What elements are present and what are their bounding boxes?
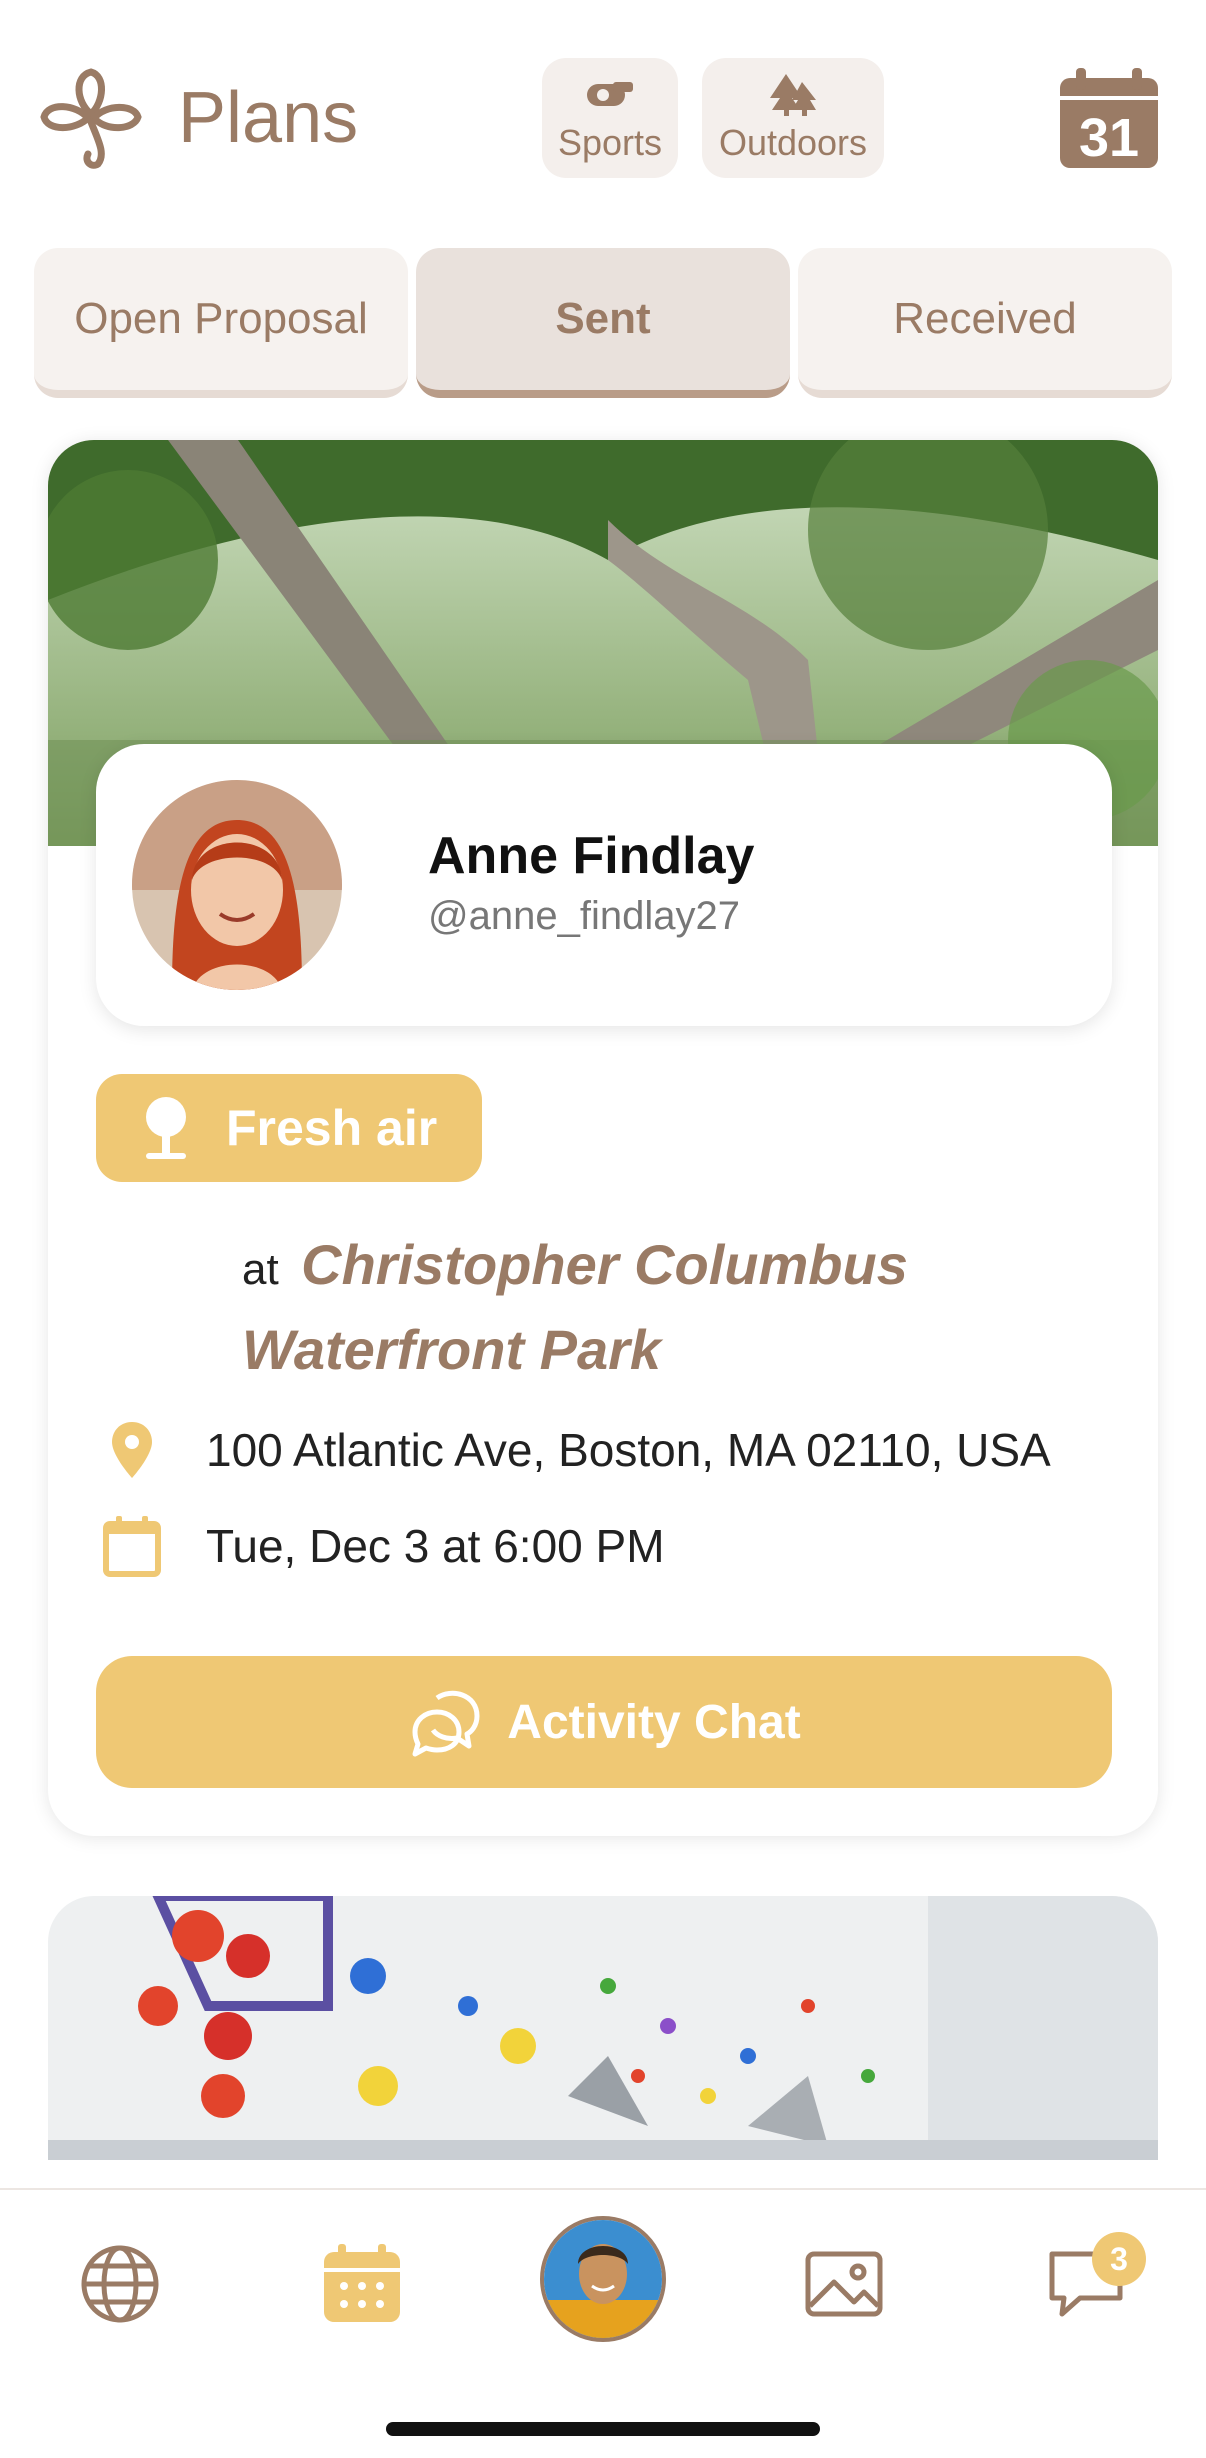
tree-icon [146,1097,186,1159]
tab-sent[interactable]: Sent [416,248,790,398]
location-title: at Christopher Columbus Waterfront Park [242,1230,1102,1400]
filter-chip-label: Outdoors [718,122,868,163]
host-name: Anne Findlay [428,827,755,885]
host-handle: @anne_findlay27 [428,894,740,938]
photo-icon[interactable] [802,2242,886,2326]
trees-icon [770,74,816,116]
climbing-wall-photo [48,1896,1158,2160]
chat-bubbles-icon [412,1690,480,1757]
globe-icon[interactable] [78,2242,162,2326]
profile-avatar[interactable] [540,2216,666,2342]
address-text: 100 Atlantic Ave, Boston, MA 02110, USA [206,1424,1051,1476]
whistle-icon [587,82,633,106]
plan-card-next[interactable] [48,1896,1158,2160]
home-indicator [386,2422,820,2436]
bottom-tab-bar: 3 [0,2188,1206,2458]
activity-chat-label: Activity Chat [507,1695,801,1749]
page-title: Plans [178,78,359,158]
calendar-day: 31 [1079,108,1139,168]
datetime-row: Tue, Dec 3 at 6:00 PM [48,1514,665,1578]
host-profile[interactable]: Anne Findlay @anne_findlay27 [96,744,1112,1026]
map-pin-icon [112,1422,152,1478]
activity-badge: Fresh air [96,1074,482,1182]
tab-received[interactable]: Received [798,248,1172,398]
tab-open-proposal[interactable]: Open Proposal [34,248,408,398]
calendar-icon[interactable] [320,2242,404,2326]
filter-chip-sports[interactable]: Sports [542,58,678,178]
calendar-outline-icon [103,1516,161,1577]
plan-card[interactable]: Anne Findlay @anne_findlay27 Fresh air a… [48,440,1158,1836]
chat-notification-badge: 3 [1092,2232,1146,2286]
app-logo-icon [40,68,142,169]
address-row: 100 Atlantic Ave, Boston, MA 02110, USA [48,1418,1051,1482]
activity-badge-label: Fresh air [226,1100,438,1156]
avatar [132,780,342,990]
calendar-button[interactable]: 31 [1058,68,1160,170]
filter-chip-outdoors[interactable]: Outdoors [702,58,884,178]
calendar-icon: 31 [1060,68,1158,168]
datetime-text: Tue, Dec 3 at 6:00 PM [206,1520,665,1572]
at-label: at [242,1245,279,1294]
place-name[interactable]: Christopher Columbus Waterfront Park [242,1233,908,1381]
activity-chat-button[interactable]: Activity Chat [96,1656,1112,1788]
filter-chip-label: Sports [557,122,663,163]
